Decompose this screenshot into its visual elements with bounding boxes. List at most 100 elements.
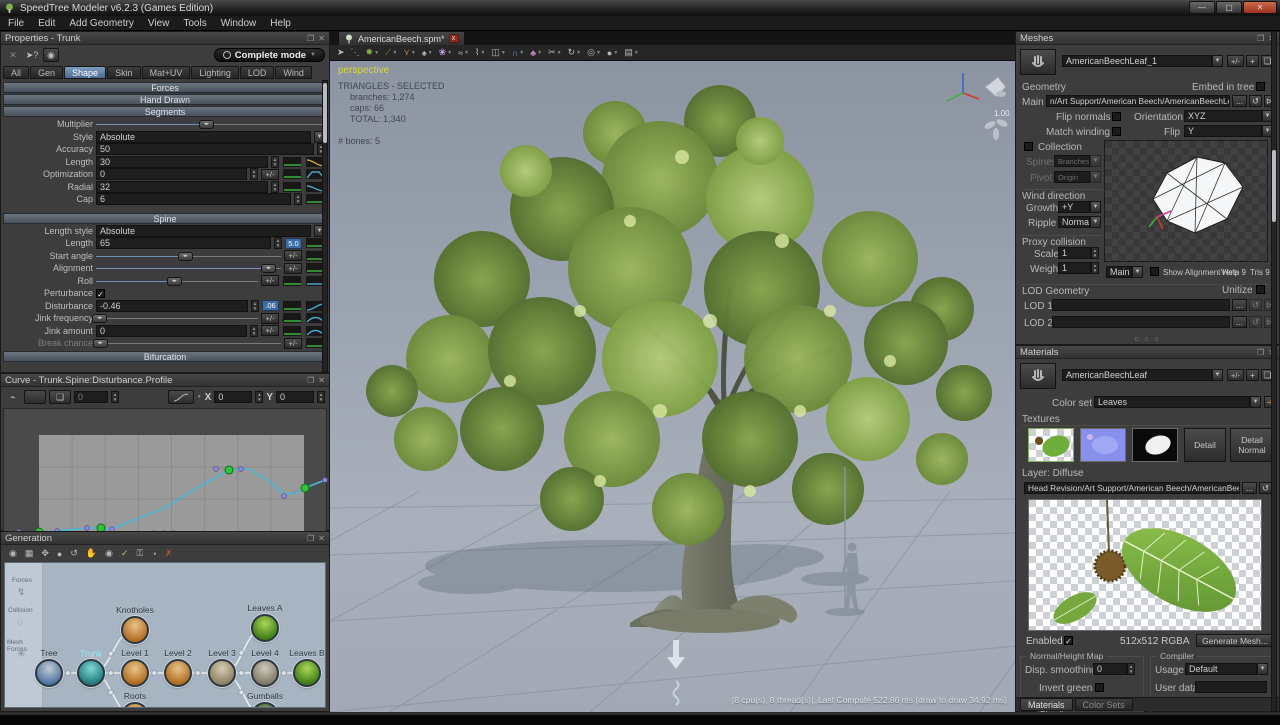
wind-tool-icon[interactable]: ≈▼ — [456, 46, 471, 59]
variance-button[interactable]: +/- — [261, 169, 279, 180]
show-alignment-checkbox[interactable] — [1150, 267, 1159, 276]
eye-icon[interactable]: ◉ — [43, 48, 59, 62]
color-set-dropdown-icon[interactable]: ▼ — [1250, 396, 1261, 408]
float-panel-icon[interactable]: ❐ — [1257, 348, 1264, 357]
prop-select[interactable]: Absolute — [96, 225, 311, 237]
prop-slider[interactable]: ◂▸ — [96, 276, 258, 286]
detail-normal-button[interactable]: Detail Normal — [1230, 428, 1274, 462]
pick-help-icon[interactable]: ➤? — [24, 48, 40, 62]
prop-spinner[interactable]: ▲▼ — [271, 181, 279, 193]
meshes-panel-header[interactable]: Meshes ❐ ✕ — [1016, 32, 1279, 45]
menu-add-geometry[interactable]: Add Geometry — [69, 18, 133, 29]
spines-select[interactable]: Branches — [1054, 155, 1090, 167]
generator-node-level2[interactable] — [164, 659, 192, 687]
pan-icon[interactable]: ✥ — [39, 547, 51, 560]
curve-x-field[interactable]: 0 — [214, 391, 252, 403]
document-tab[interactable]: AmericanBeech.spm* x — [338, 31, 465, 45]
lock-icon[interactable]: ⚿ — [135, 547, 146, 560]
tab-lighting[interactable]: Lighting — [191, 66, 239, 79]
variance-badge[interactable]: 5.0 — [285, 238, 302, 249]
mesh-add-button[interactable]: + — [1246, 55, 1259, 67]
growth-select[interactable]: +Y — [1058, 201, 1090, 213]
tab-gen[interactable]: Gen — [30, 66, 63, 79]
orbit-tool-icon[interactable]: ◎▼ — [585, 46, 603, 59]
hand-icon[interactable]: ✋ — [84, 547, 99, 560]
detail-button[interactable]: Detail — [1184, 428, 1226, 462]
delete-node-icon[interactable]: ✗ — [163, 547, 175, 560]
user-data-field[interactable] — [1195, 681, 1267, 693]
delete-icon[interactable]: ✕ — [5, 48, 21, 62]
maximize-button[interactable]: ▢ — [1216, 1, 1242, 14]
invert-green-checkbox[interactable] — [1095, 683, 1104, 692]
focus-icon[interactable]: ◉ — [7, 547, 19, 560]
prop-slider[interactable]: ◂▸ — [96, 263, 281, 273]
prop-spinner[interactable]: ▲▼ — [250, 325, 258, 337]
clock-icon[interactable]: ◔ — [149, 547, 158, 560]
grid-icon[interactable]: ▦ — [23, 547, 36, 560]
curve-chip-green[interactable] — [282, 181, 302, 193]
curve-chip-green[interactable] — [282, 275, 302, 287]
preview-view-select[interactable]: Main — [1106, 266, 1132, 278]
check-icon[interactable]: ✓ — [119, 547, 131, 560]
tab-shape[interactable]: Shape — [64, 66, 106, 79]
menu-edit[interactable]: Edit — [38, 18, 55, 29]
curve-type-button[interactable] — [168, 390, 194, 404]
variance-button[interactable]: +/- — [261, 275, 279, 286]
curve-chip-green[interactable] — [282, 156, 302, 168]
curve-panel-header[interactable]: Curve - Trunk.Spine:Disturbance.Profile … — [1, 374, 329, 387]
curve-chip-green[interactable] — [282, 325, 302, 337]
lod2-reload-icon[interactable]: ↺ — [1249, 316, 1262, 328]
flower-tool-icon[interactable]: ❀▼ — [437, 46, 455, 59]
viewport-3d[interactable]: 1.00 perspective TRIANGLES - SELECTED br… — [330, 61, 1015, 712]
mesh-selector[interactable]: AmericanBeechLeaf_1 — [1062, 55, 1212, 67]
close-panel-icon[interactable]: ✕ — [318, 534, 325, 543]
grass-tool-icon[interactable]: ⟋▼ — [383, 46, 399, 59]
main-browse-button[interactable]: ... — [1232, 95, 1247, 107]
variance-button[interactable]: +/- — [284, 338, 302, 349]
generator-node-leavesB[interactable] — [293, 659, 321, 687]
pivot-select[interactable]: Origin — [1054, 171, 1090, 183]
enabled-checkbox[interactable]: ✓ — [1064, 636, 1073, 645]
variance-button[interactable]: +/- — [284, 250, 302, 261]
float-panel-icon[interactable]: ❐ — [1257, 34, 1264, 43]
tab-lod[interactable]: LOD — [240, 66, 275, 79]
tree-tool-icon[interactable]: ♠▼ — [420, 46, 435, 59]
menu-view[interactable]: View — [148, 18, 170, 29]
section-forces[interactable]: Forces — [3, 82, 327, 93]
notes-tool-icon[interactable]: ▤▼ — [622, 46, 640, 59]
close-button[interactable]: ✕ — [1243, 1, 1277, 14]
mesh-drag-handle-button[interactable] — [1020, 49, 1056, 75]
prop-slider[interactable]: ◂▸ — [96, 313, 258, 323]
curve-y-spinner[interactable]: ▲▼ — [317, 391, 325, 403]
generation-panel-header[interactable]: Generation ❐ ✕ — [1, 532, 329, 545]
prop-spin-field[interactable]: -0.46 — [96, 300, 248, 312]
material-drag-handle-button[interactable] — [1020, 363, 1056, 389]
generator-node-level1[interactable] — [121, 659, 149, 687]
bone-tool-icon[interactable]: ⌇▼ — [473, 46, 487, 59]
magnet-tool-icon[interactable]: ∩▼ — [510, 46, 526, 59]
generator-node-level4[interactable] — [251, 659, 279, 687]
usage-select[interactable]: Default — [1185, 663, 1257, 675]
prop-spinner[interactable]: ▲▼ — [250, 168, 258, 180]
scale-spinner[interactable]: ▲▼ — [1091, 247, 1099, 259]
flip-select[interactable]: Y — [1184, 125, 1262, 137]
sphere-tool-icon[interactable]: ●▼ — [605, 46, 620, 59]
curve-tools-icon[interactable]: ⌁ — [5, 390, 21, 404]
variance-button[interactable]: +/- — [284, 263, 302, 274]
mesh-preview[interactable] — [1104, 140, 1268, 262]
forces-tool-icon[interactable]: ♣▼ — [528, 46, 544, 59]
prop-spinner[interactable]: ▲▼ — [271, 156, 279, 168]
diffuse-thumbnail[interactable] — [1028, 428, 1074, 462]
rotate-tool-icon[interactable]: ↻▼ — [566, 46, 584, 59]
variance-button[interactable]: +/- — [261, 325, 279, 336]
properties-scrollbar[interactable] — [322, 80, 328, 372]
close-panel-icon[interactable]: ✕ — [318, 376, 325, 385]
float-panel-icon[interactable]: ❐ — [307, 34, 314, 43]
section-bifurcation[interactable]: Bifurcation — [3, 351, 327, 362]
prop-slider[interactable]: ◂▸ — [96, 251, 281, 261]
match-winding-checkbox[interactable] — [1112, 127, 1121, 136]
spines-dropdown-icon[interactable]: ▼ — [1090, 155, 1101, 167]
curve-steps-field[interactable]: 0 — [74, 391, 108, 403]
curve-chip-green[interactable] — [282, 312, 302, 324]
prop-spinner[interactable]: ▲▼ — [294, 193, 302, 205]
